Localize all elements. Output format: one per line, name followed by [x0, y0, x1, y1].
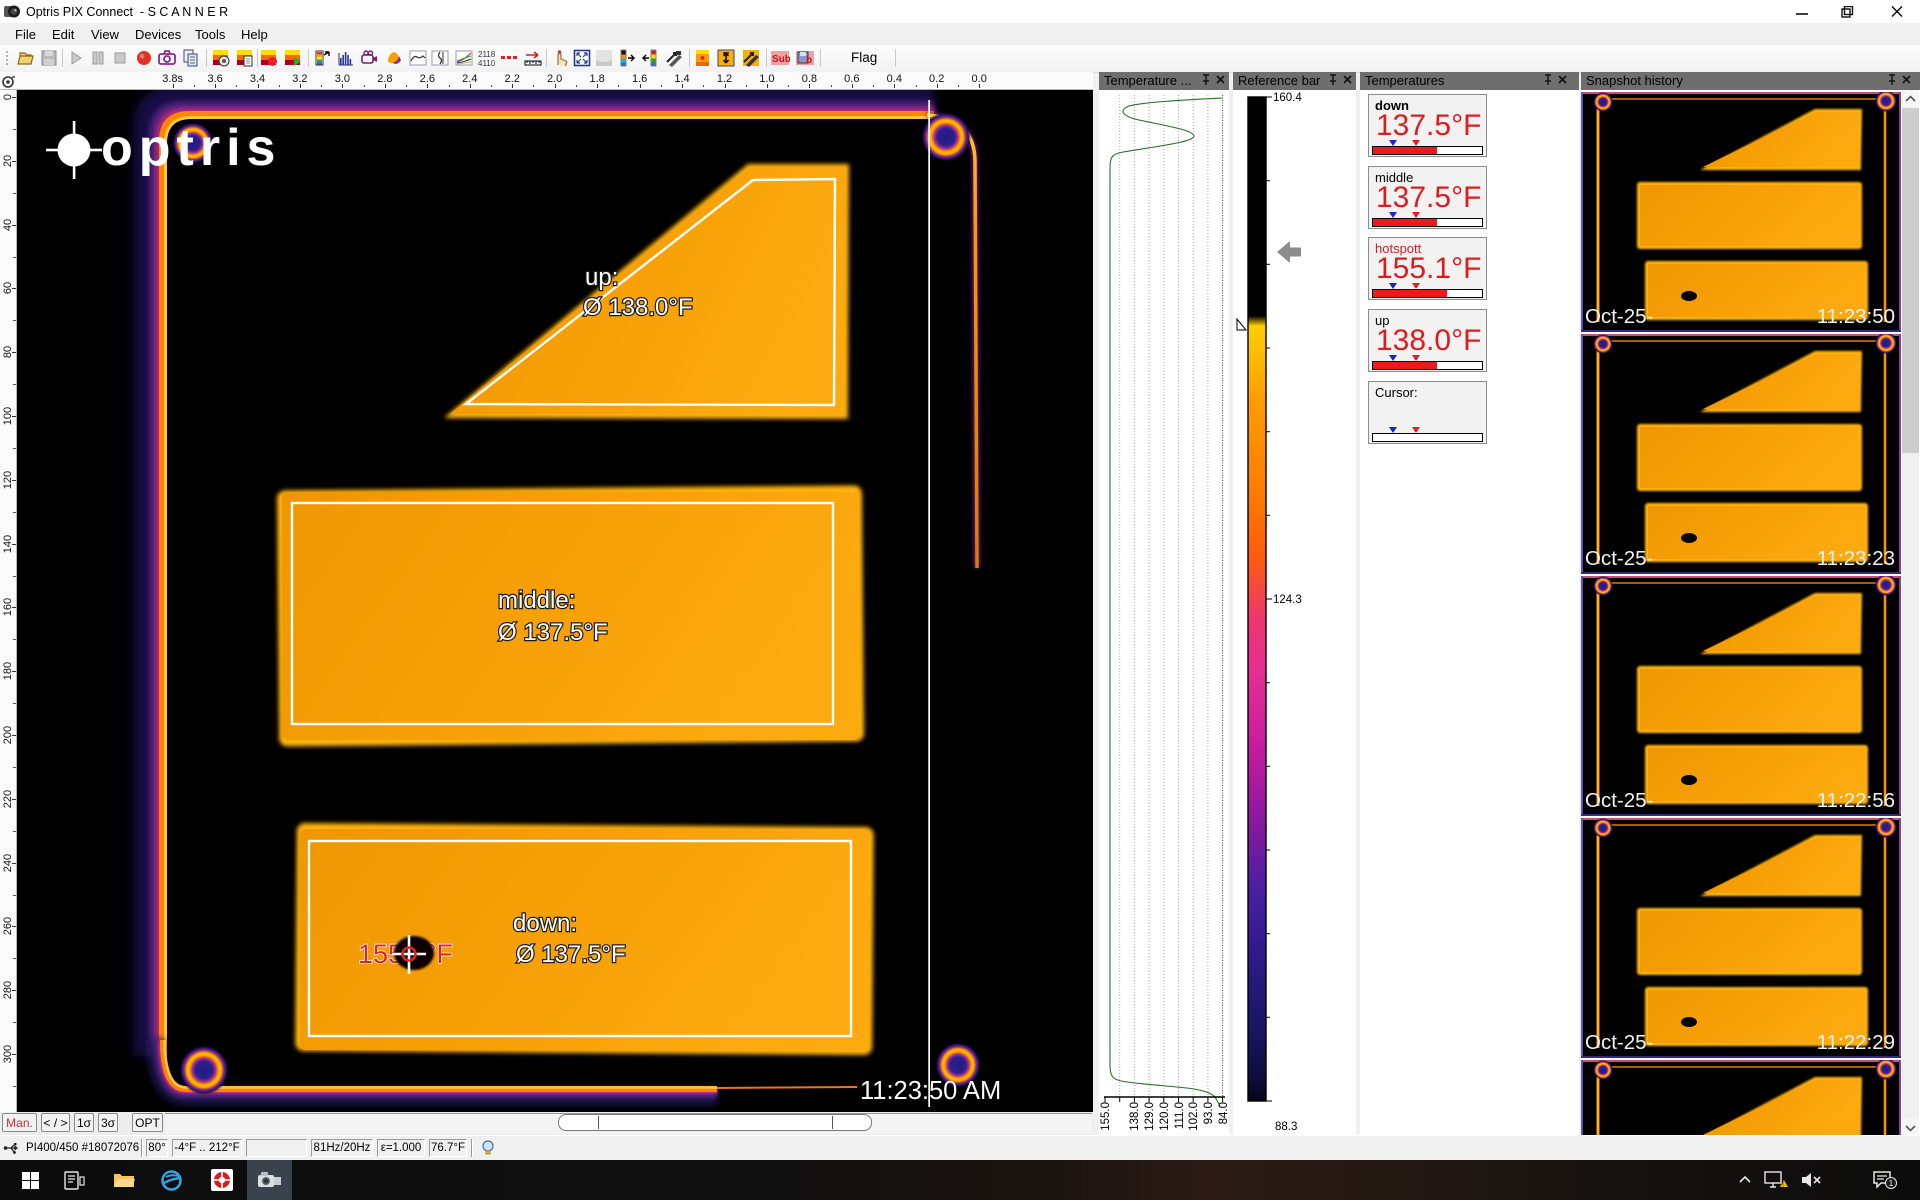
svg-text:Ø 137.5°F: Ø 137.5°F: [498, 619, 608, 646]
svg-text:11:22:29: 11:22:29: [1817, 1031, 1895, 1054]
svg-text:Oct-25-: Oct-25-: [1585, 547, 1653, 570]
svg-text:Ø 138.0°F: Ø 138.0°F: [583, 294, 693, 321]
svg-text:84.0: 84.0: [1218, 1102, 1229, 1124]
svg-text:11:23:23: 11:23:23: [1817, 547, 1895, 570]
svg-text:down:: down:: [513, 910, 577, 937]
svg-text:138.0: 138.0: [1129, 1102, 1141, 1131]
svg-text:Sub: Sub: [772, 54, 790, 65]
svg-text:up:: up:: [585, 264, 618, 291]
svg-text:Oct-25-: Oct-25-: [1585, 305, 1653, 328]
svg-text:120.0: 120.0: [1159, 1102, 1171, 1131]
svg-text:93.0: 93.0: [1203, 1102, 1215, 1124]
svg-text:optris: optris: [101, 119, 281, 177]
svg-text:88.3: 88.3: [1275, 1121, 1297, 1133]
svg-text:b: b: [806, 55, 812, 66]
svg-text:middle:: middle:: [498, 587, 575, 614]
svg-text:102.0: 102.0: [1188, 1102, 1200, 1131]
svg-text:Oct-25-: Oct-25-: [1585, 789, 1653, 812]
svg-text:111.0: 111.0: [1174, 1102, 1186, 1129]
svg-text:1: 1: [1889, 1179, 1894, 1188]
svg-text:Oct-25-: Oct-25-: [1585, 1031, 1653, 1054]
svg-text:11:22:56: 11:22:56: [1817, 789, 1895, 812]
svg-text:155.0: 155.0: [1100, 1102, 1112, 1131]
svg-text:11:23:50 AM: 11:23:50 AM: [860, 1077, 1001, 1105]
svg-text:2118: 2118: [478, 50, 496, 59]
svg-text:4110: 4110: [478, 59, 496, 68]
svg-text:160.4: 160.4: [1273, 92, 1302, 104]
svg-text:11:23:50: 11:23:50: [1817, 305, 1895, 328]
svg-text:Ø 137.5°F: Ø 137.5°F: [516, 941, 626, 968]
svg-text:124.3: 124.3: [1273, 594, 1302, 606]
svg-text:129.0: 129.0: [1144, 1102, 1156, 1131]
